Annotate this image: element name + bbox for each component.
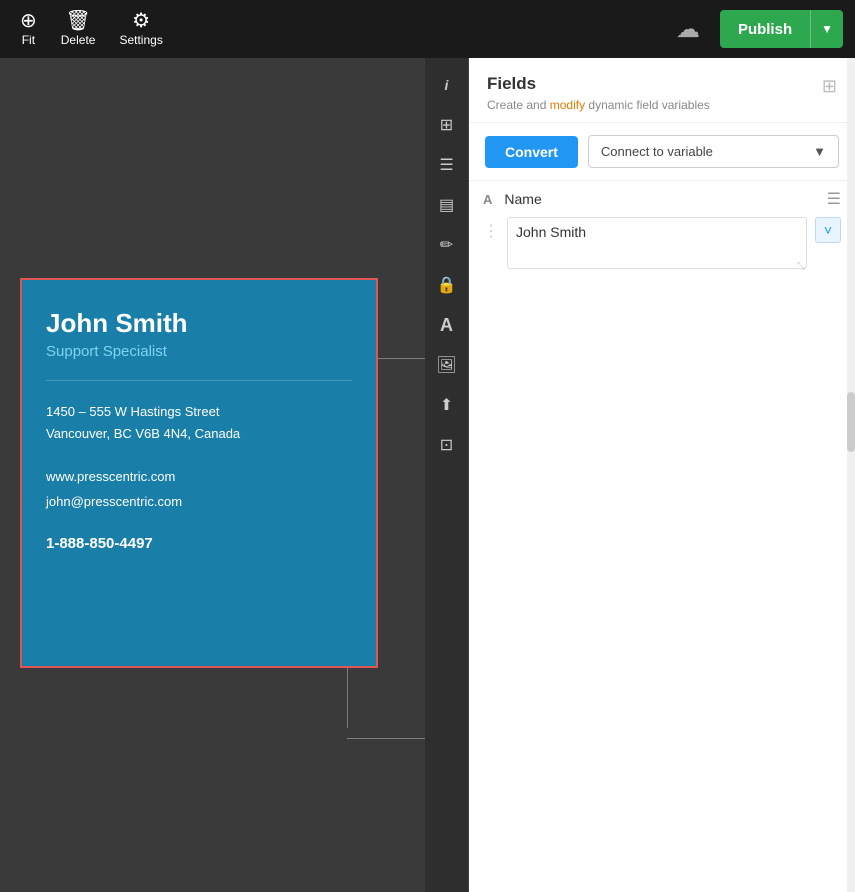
lock-icon: 🔒 <box>437 275 457 295</box>
card-website: www.presscentric.com <box>46 469 175 484</box>
fit-button[interactable]: ⊕ Fit <box>12 7 45 51</box>
info-icon: i <box>445 77 449 93</box>
sidebar-list-button[interactable]: ▤ <box>428 186 466 224</box>
field-textarea-wrapper: ⤡ <box>507 217 807 274</box>
settings-button[interactable]: ⚙ Settings <box>111 7 170 51</box>
delete-label: Delete <box>61 33 96 47</box>
connect-variable-label: Connect to variable <box>601 144 713 159</box>
sidebar-edit-button[interactable]: ✏ <box>428 226 466 264</box>
field-resize-handle[interactable]: ⤡ <box>797 261 805 272</box>
sidebar-info-button[interactable]: i <box>428 66 466 104</box>
icon-sidebar: i ⊞ ☰ ▤ ✏ 🔒 A 🖼 ⬆ <box>425 58 469 892</box>
right-panels: i ⊞ ☰ ▤ ✏ 🔒 A 🖼 ⬆ <box>425 58 855 892</box>
upload-icon: ⬆ <box>440 395 453 415</box>
settings-label: Settings <box>119 33 162 47</box>
scroll-track <box>847 58 855 892</box>
field-menu-icon[interactable]: ☰ <box>827 189 841 209</box>
publish-arrow-button[interactable]: ▼ <box>810 10 843 48</box>
connect-variable-button[interactable]: Connect to variable ▼ <box>588 135 839 168</box>
list-icon: ▤ <box>439 195 454 215</box>
chevron-down-icon: ˅ <box>824 222 832 238</box>
delete-icon: 🗑 <box>65 11 90 31</box>
field-row-header: A Name ☰ <box>469 181 855 213</box>
sidebar-upload-button[interactable]: ⬆ <box>428 386 466 424</box>
field-drag-handle[interactable]: ⋮ <box>483 217 499 241</box>
fields-title: Fields <box>487 74 822 94</box>
card-address-line2: Vancouver, BC V6B 4N4, Canada <box>46 426 240 441</box>
sidebar-share-button[interactable]: ⊡ <box>428 426 466 464</box>
sidebar-font-button[interactable]: A <box>428 306 466 344</box>
card-address: 1450 – 555 W Hastings Street Vancouver, … <box>46 401 352 445</box>
fields-subtitle-link[interactable]: modify <box>550 98 585 112</box>
sidebar-layers-button[interactable]: ☰ <box>428 146 466 184</box>
field-name-label: Name <box>504 191 818 207</box>
guide-horizontal-bottom <box>347 738 425 739</box>
convert-button[interactable]: Convert <box>485 136 578 168</box>
font-icon: A <box>440 315 453 336</box>
settings-icon: ⚙ <box>132 11 150 31</box>
image-icon: 🖼 <box>436 355 456 375</box>
fit-icon: ⊕ <box>20 11 37 31</box>
card-contact: www.presscentric.com john@presscentric.c… <box>46 465 352 514</box>
field-value-input[interactable] <box>507 217 807 269</box>
card-title: Support Specialist <box>46 343 352 381</box>
edit-icon: ✏ <box>440 235 453 255</box>
field-expand-button[interactable]: ˅ <box>815 217 841 243</box>
fields-header: Fields Create and modify dynamic field v… <box>469 58 855 123</box>
grid-icon: ⊞ <box>440 115 453 135</box>
publish-button-group: Publish ▼ <box>720 10 843 48</box>
field-input-row: ⋮ ⤡ ˅ <box>469 213 855 284</box>
fields-panel: Fields Create and modify dynamic field v… <box>469 58 855 892</box>
connect-variable-arrow-icon: ▼ <box>813 144 826 159</box>
scroll-thumb[interactable] <box>847 392 855 452</box>
main-toolbar: ⊕ Fit 🗑 Delete ⚙ Settings ☁ Publish ▼ <box>0 0 855 58</box>
publish-main-button[interactable]: Publish <box>720 10 810 48</box>
card-name: John Smith <box>46 308 352 339</box>
table-view-icon[interactable]: ⊞ <box>822 76 837 97</box>
card-address-line1: 1450 – 555 W Hastings Street <box>46 404 219 419</box>
fields-toolbar: Convert Connect to variable ▼ <box>469 123 855 181</box>
fields-subtitle: Create and modify dynamic field variable… <box>487 98 822 112</box>
sidebar-lock-button[interactable]: 🔒 <box>428 266 466 304</box>
delete-button[interactable]: 🗑 Delete <box>53 7 104 51</box>
card-phone: 1-888-850-4497 <box>46 535 352 552</box>
main-layout: John Smith Support Specialist 1450 – 555… <box>0 58 855 892</box>
fit-label: Fit <box>22 33 35 47</box>
field-type-icon: A <box>483 192 492 207</box>
layers-icon: ☰ <box>439 155 453 175</box>
card-email: john@presscentric.com <box>46 494 182 509</box>
canvas-area[interactable]: John Smith Support Specialist 1450 – 555… <box>0 58 425 892</box>
sidebar-grid-button[interactable]: ⊞ <box>428 106 466 144</box>
cloud-icon: ☁ <box>676 15 700 44</box>
business-card[interactable]: John Smith Support Specialist 1450 – 555… <box>20 278 378 668</box>
sidebar-image-button[interactable]: 🖼 <box>428 346 466 384</box>
share-icon: ⊡ <box>440 435 453 455</box>
